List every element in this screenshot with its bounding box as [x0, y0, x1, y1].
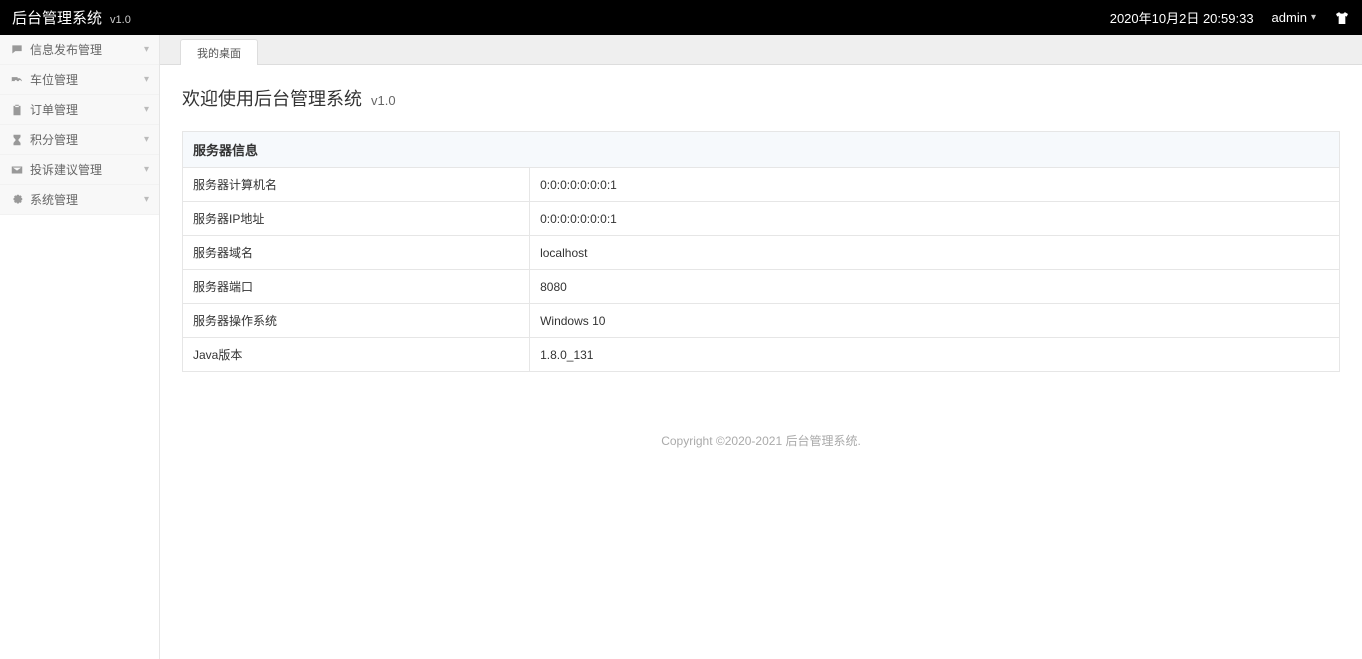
chevron-down-icon: ▾ — [144, 134, 149, 145]
theme-icon[interactable] — [1334, 10, 1350, 26]
top-header: 后台管理系统 v1.0 2020年10月2日 20:59:33 admin ▾ — [0, 0, 1362, 35]
row-label: 服务器端口 — [183, 270, 530, 304]
row-label: 服务器操作系统 — [183, 304, 530, 338]
header-right: 2020年10月2日 20:59:33 admin ▾ — [1110, 8, 1350, 27]
row-value: Windows 10 — [530, 304, 1340, 338]
tab-bar: 我的桌面 — [160, 35, 1362, 65]
header-left: 后台管理系统 v1.0 — [12, 7, 131, 28]
app-title: 后台管理系统 — [12, 7, 102, 28]
clipboard-icon — [10, 103, 24, 117]
chevron-down-icon: ▾ — [144, 164, 149, 175]
table-row: 服务器计算机名0:0:0:0:0:0:0:1 — [183, 168, 1340, 202]
comment-icon — [10, 43, 24, 57]
sidebar-item-4[interactable]: 投诉建议管理▾ — [0, 155, 159, 185]
sidebar-item-label: 系统管理 — [30, 191, 144, 208]
server-info-table: 服务器信息 服务器计算机名0:0:0:0:0:0:0:1服务器IP地址0:0:0… — [182, 131, 1340, 372]
sidebar-item-5[interactable]: 系统管理▾ — [0, 185, 159, 215]
footer-copyright: Copyright ©2020-2021 后台管理系统. — [182, 402, 1340, 459]
sidebar-item-label: 订单管理 — [30, 101, 144, 118]
user-name: admin — [1272, 10, 1307, 25]
server-info-caption: 服务器信息 — [182, 131, 1340, 167]
main-content: 欢迎使用后台管理系统 v1.0 服务器信息 服务器计算机名0:0:0:0:0:0… — [160, 65, 1362, 659]
gear-icon — [10, 193, 24, 207]
table-row: 服务器IP地址0:0:0:0:0:0:0:1 — [183, 202, 1340, 236]
tab-label: 我的桌面 — [197, 45, 241, 61]
table-row: 服务器端口8080 — [183, 270, 1340, 304]
sidebar-item-1[interactable]: 车位管理▾ — [0, 65, 159, 95]
sidebar-item-label: 信息发布管理 — [30, 41, 144, 58]
sidebar-item-label: 投诉建议管理 — [30, 161, 144, 178]
welcome-heading: 欢迎使用后台管理系统 v1.0 — [182, 85, 1340, 111]
truck-icon — [10, 73, 24, 87]
welcome-version: v1.0 — [371, 93, 396, 108]
row-label: 服务器计算机名 — [183, 168, 530, 202]
tab-desktop[interactable]: 我的桌面 — [180, 39, 258, 65]
sidebar-item-0[interactable]: 信息发布管理▾ — [0, 35, 159, 65]
sidebar-item-2[interactable]: 订单管理▾ — [0, 95, 159, 125]
chevron-down-icon: ▾ — [144, 44, 149, 55]
header-datetime: 2020年10月2日 20:59:33 — [1110, 8, 1254, 27]
user-menu[interactable]: admin ▾ — [1272, 10, 1316, 25]
mail-icon — [10, 163, 24, 177]
row-label: 服务器域名 — [183, 236, 530, 270]
chevron-down-icon: ▾ — [144, 74, 149, 85]
sidebar-item-label: 积分管理 — [30, 131, 144, 148]
welcome-text: 欢迎使用后台管理系统 — [182, 89, 362, 109]
chevron-down-icon: ▾ — [144, 194, 149, 205]
table-row: 服务器域名localhost — [183, 236, 1340, 270]
row-label: Java版本 — [183, 338, 530, 372]
row-value: 1.8.0_131 — [530, 338, 1340, 372]
hourglass-icon — [10, 133, 24, 147]
chevron-down-icon: ▾ — [144, 104, 149, 115]
sidebar-item-3[interactable]: 积分管理▾ — [0, 125, 159, 155]
row-value: 0:0:0:0:0:0:0:1 — [530, 168, 1340, 202]
app-version: v1.0 — [110, 14, 131, 26]
sidebar: 信息发布管理▾车位管理▾订单管理▾积分管理▾投诉建议管理▾系统管理▾ — [0, 35, 160, 659]
row-value: localhost — [530, 236, 1340, 270]
row-value: 8080 — [530, 270, 1340, 304]
row-value: 0:0:0:0:0:0:0:1 — [530, 202, 1340, 236]
table-row: 服务器操作系统Windows 10 — [183, 304, 1340, 338]
table-row: Java版本1.8.0_131 — [183, 338, 1340, 372]
chevron-down-icon: ▾ — [1311, 12, 1316, 23]
row-label: 服务器IP地址 — [183, 202, 530, 236]
sidebar-item-label: 车位管理 — [30, 71, 144, 88]
